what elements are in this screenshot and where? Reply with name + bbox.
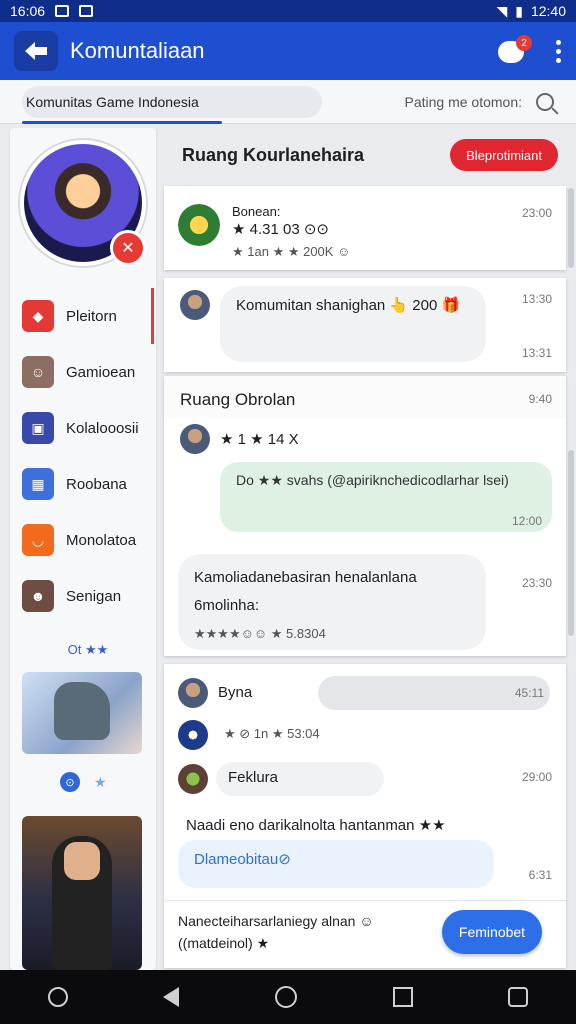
sidebar-item-4[interactable]: ▦ Roobana bbox=[22, 456, 154, 512]
game-icon[interactable] bbox=[178, 720, 208, 750]
message-text-2: Kamoliadanebasiran henalanlana 6molinha: bbox=[194, 569, 417, 614]
sidebar-item-3[interactable]: ▣ Kolalooosii bbox=[22, 400, 154, 456]
back-nav-button[interactable] bbox=[163, 987, 180, 1007]
stats-row: ★ ⊘ 1n ★ 53:04 bbox=[224, 726, 320, 741]
room-action-button[interactable]: Bleprotimiant bbox=[450, 139, 558, 171]
game-card[interactable]: Bonean: ★ 4.31 03 ⊙⊙ ★ 1an ★ ★ 200K ☺ 23… bbox=[164, 186, 566, 270]
character-icon: ☻ bbox=[22, 580, 54, 612]
game-name: Bonean: bbox=[232, 204, 281, 219]
game-rating: ★ 4.31 03 ⊙⊙ bbox=[232, 221, 329, 238]
announcement-card[interactable]: Komumitan shanighan 👆 200 🎁 13:30 13:31 bbox=[164, 278, 566, 372]
game-time: 23:00 bbox=[521, 206, 552, 220]
user-time: 45:11 bbox=[514, 686, 544, 700]
avatar[interactable] bbox=[180, 290, 210, 320]
announcement-bubble: Komumitan shanighan 👆 200 🎁 bbox=[220, 286, 486, 362]
screenshot-button[interactable] bbox=[508, 987, 529, 1007]
status-time-left: 16:06 bbox=[10, 3, 46, 19]
search-icon[interactable] bbox=[536, 92, 554, 111]
arrow-left-icon bbox=[25, 42, 47, 60]
reaction-row[interactable]: ★★★★☺☺ ★ 5.8304 bbox=[194, 620, 470, 648]
recents-button[interactable] bbox=[392, 987, 413, 1007]
feature-time: 29:00 bbox=[521, 770, 552, 784]
more-link[interactable]: Ot ★★ bbox=[22, 642, 154, 658]
sidebar-item-1[interactable]: ◆ Pleitorn bbox=[22, 288, 154, 344]
hero-art[interactable] bbox=[22, 816, 142, 970]
link-time: 6:31 bbox=[528, 868, 552, 882]
sidebar-item-label: Monolatoa bbox=[66, 531, 137, 549]
sidebar: ✕ ◆ Pleitorn ☺ Gamioean ▣ Kolalooosii ▦ … bbox=[10, 128, 156, 970]
link-text: Dlameobitau⊘ bbox=[194, 851, 291, 868]
feed-message: Naadi eno darikalnolta hantanman ★★ bbox=[186, 817, 446, 834]
message-time: 12:00 bbox=[511, 514, 542, 528]
more-menu-button[interactable] bbox=[556, 39, 562, 63]
status-time-right: 12:40 bbox=[530, 3, 566, 19]
collection-icon: ▣ bbox=[22, 412, 54, 444]
sidebar-item-label: Kolalooosii bbox=[66, 419, 139, 437]
feature-chip[interactable]: Feklura bbox=[216, 762, 384, 796]
game-avatar-icon: ☺ bbox=[22, 356, 54, 388]
info-icon[interactable]: ⊙ bbox=[60, 772, 80, 792]
notification-badge: 2 bbox=[516, 35, 532, 51]
grid-icon: ▦ bbox=[22, 468, 54, 500]
user-name: Byna bbox=[218, 684, 253, 701]
footer-text: Nanecteiharsarlaniegy alnan ☺ ((matdeino… bbox=[178, 913, 374, 951]
assistant-button[interactable] bbox=[47, 987, 68, 1007]
message-meta: ★ 1 ★ 14 X bbox=[220, 431, 299, 448]
status-bar: 16:06 ◥ ▮ 12:40 bbox=[0, 0, 576, 22]
creature-art[interactable] bbox=[22, 672, 142, 754]
announcement-text: Komumitan shanighan 👆 200 🎁 bbox=[236, 297, 461, 314]
announcement-time-2: 13:31 bbox=[521, 346, 552, 360]
message-time-2: 23:30 bbox=[521, 576, 552, 590]
cta-button[interactable]: Feminobet bbox=[442, 910, 542, 954]
message-text: Do ★★ svahs (@apiriknchedicodlarhar lsei… bbox=[236, 472, 509, 488]
image-icon bbox=[79, 5, 94, 17]
sidebar-item-label: Roobana bbox=[66, 475, 127, 493]
battery-icon: ▮ bbox=[515, 2, 523, 19]
game-badge-icon bbox=[178, 204, 220, 246]
announcement-time: 13:30 bbox=[521, 292, 552, 306]
home-button[interactable] bbox=[274, 986, 297, 1008]
section-title: Ruang Obrolan bbox=[180, 390, 296, 409]
cup-icon: ◡ bbox=[22, 524, 54, 556]
search-hint[interactable]: Pating me otomon: bbox=[404, 94, 522, 110]
feature-label: Feklura bbox=[228, 769, 279, 786]
section-time: 9:40 bbox=[528, 392, 552, 406]
scrollbar[interactable] bbox=[568, 450, 574, 636]
wifi-icon: ◥ bbox=[496, 2, 508, 19]
sidebar-item-6[interactable]: ☻ Senigan bbox=[22, 568, 154, 624]
app-title: Komuntaliaan bbox=[70, 38, 205, 63]
message-bubble[interactable]: Do ★★ svahs (@apiriknchedicodlarhar lsei… bbox=[220, 462, 552, 532]
game-stats: ★ 1an ★ ★ 200K ☺ bbox=[232, 244, 351, 259]
avatar[interactable] bbox=[178, 678, 208, 708]
room-header: Ruang Kourlanehaira Bleprotimiant bbox=[164, 128, 576, 182]
sidebar-item-label: Gamioean bbox=[66, 363, 136, 381]
sidebar-item-5[interactable]: ◡ Monolatoa bbox=[22, 512, 154, 568]
sidebar-item-2[interactable]: ☺ Gamioean bbox=[22, 344, 154, 400]
room-title: Ruang Kourlanehaira bbox=[182, 144, 365, 165]
search-row: Komunitas Game Indonesia Pating me otomo… bbox=[0, 80, 576, 124]
back-button[interactable] bbox=[14, 31, 58, 71]
muted-icon[interactable]: ✕ bbox=[110, 230, 146, 266]
avatar[interactable] bbox=[180, 424, 210, 454]
feed-card: Byna 45:11 ★ ⊘ 1n ★ 53:04 Feklura 29:00 … bbox=[164, 664, 566, 968]
sidebar-item-label: Pleitorn bbox=[66, 307, 117, 325]
main-panel: Ruang Kourlanehaira Bleprotimiant Bonean… bbox=[164, 128, 576, 970]
avatar[interactable] bbox=[178, 764, 208, 794]
scrollbar-top[interactable] bbox=[568, 188, 574, 268]
sidebar-nav: ◆ Pleitorn ☺ Gamioean ▣ Kolalooosii ▦ Ro… bbox=[22, 288, 154, 658]
chat-room-card: Ruang Obrolan 9:40 ★ 1 ★ 14 X Do ★★ svah… bbox=[164, 376, 566, 656]
community-tab[interactable]: Komunitas Game Indonesia bbox=[22, 85, 322, 124]
link-bubble[interactable]: Dlameobitau⊘ bbox=[178, 840, 494, 888]
chat-button[interactable]: 2 bbox=[498, 35, 532, 65]
diamond-icon: ◆ bbox=[22, 300, 54, 332]
profile-avatar[interactable]: ✕ bbox=[20, 140, 146, 266]
sidebar-item-label: Senigan bbox=[66, 587, 122, 605]
system-nav-bar bbox=[0, 970, 576, 1024]
star-icon: ★ bbox=[94, 774, 107, 790]
app-bar: Komuntaliaan 2 bbox=[0, 22, 576, 80]
settings-icon bbox=[55, 5, 70, 17]
message-bubble-2[interactable]: Kamoliadanebasiran henalanlana 6molinha:… bbox=[178, 554, 486, 650]
